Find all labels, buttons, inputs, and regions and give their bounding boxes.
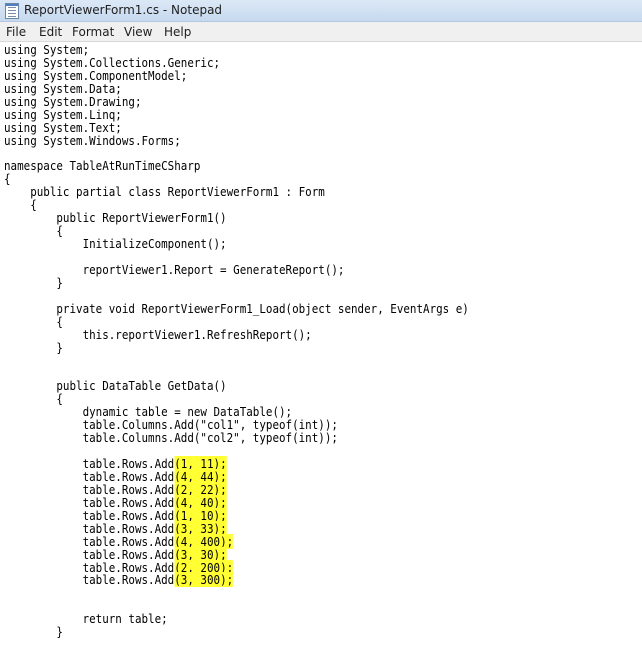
code-line-rows-add: table.Rows.Add(3, 300); <box>4 572 469 588</box>
menu-file[interactable]: File <box>6 25 26 39</box>
window-title: ReportViewerForm1.cs - Notepad <box>24 3 223 17</box>
code-line: } <box>4 274 63 290</box>
code-text: using System; using System.Collections.Ge… <box>4 43 469 640</box>
notepad-icon <box>5 3 19 19</box>
code-line: public DataTable GetData() <box>4 378 227 394</box>
code-line: private void ReportViewerForm1_Load(obje… <box>4 300 469 316</box>
code-line: namespace TableAtRunTimeCSharp <box>4 158 201 174</box>
code-line: public ReportViewerForm1() <box>4 210 227 226</box>
menu-help[interactable]: Help <box>164 25 191 39</box>
code-line: reportViewer1.Report = GenerateReport(); <box>4 261 345 277</box>
menu-edit[interactable]: Edit <box>39 25 62 39</box>
code-line-prefix: table.Rows.Add <box>4 572 175 588</box>
code-line: InitializeComponent(); <box>4 236 227 252</box>
code-line: } <box>4 624 63 640</box>
menu-view[interactable]: View <box>124 25 152 39</box>
highlighted-args: (3, 300); <box>174 572 234 588</box>
text-editor-area[interactable]: using System; using System.Collections.Ge… <box>0 42 642 650</box>
code-line: this.reportViewer1.RefreshReport(); <box>4 326 312 342</box>
menu-format[interactable]: Format <box>72 25 114 39</box>
code-line: } <box>4 339 63 355</box>
title-bar[interactable]: ReportViewerForm1.cs - Notepad <box>0 0 642 22</box>
code-line: using System.Windows.Forms; <box>4 132 181 148</box>
code-line: table.Columns.Add("col2", typeof(int)); <box>4 430 338 446</box>
menu-bar: File Edit Format View Help <box>0 22 642 42</box>
code-line: return table; <box>4 611 168 627</box>
code-line: public partial class ReportViewerForm1 :… <box>4 184 325 200</box>
